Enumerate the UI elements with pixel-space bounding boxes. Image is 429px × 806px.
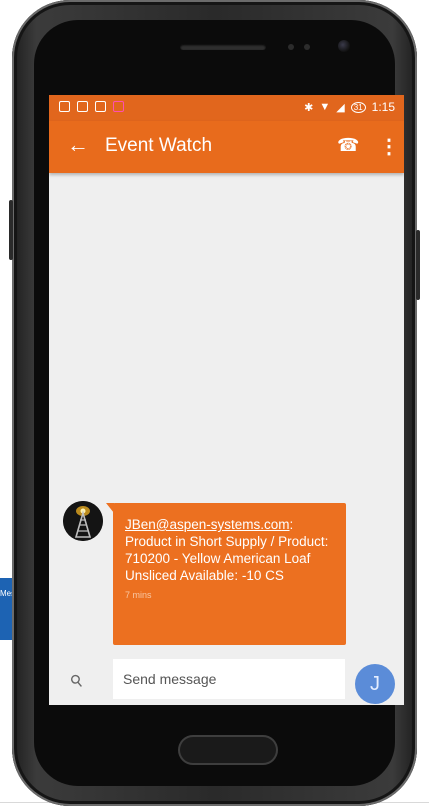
- message-text: JBen@aspen-systems.com: Product in Short…: [125, 516, 334, 584]
- bluetooth-icon: ✱: [304, 101, 314, 114]
- status-bar: ✱ ▼ ◢ 31 1:15: [49, 95, 404, 121]
- front-camera: [338, 40, 350, 52]
- signal-icon: ◢: [336, 101, 345, 114]
- photo-icon: [59, 101, 70, 112]
- image-icon: [95, 101, 106, 112]
- message-bubble[interactable]: JBen@aspen-systems.com: Product in Short…: [106, 503, 346, 645]
- light-sensor: [304, 44, 310, 50]
- power-button: [416, 230, 420, 300]
- sender-separator: :: [289, 517, 294, 532]
- conversation-title: Event Watch: [105, 135, 213, 156]
- phone-screen: ✱ ▼ ◢ 31 1:15 ← Event Watch ☎ ⋮ JBen@asp…: [49, 95, 404, 705]
- status-time: 1:15: [371, 100, 395, 114]
- attach-icon[interactable]: ⚲: [66, 670, 88, 693]
- phone-call-icon[interactable]: ☎: [337, 135, 359, 156]
- proximity-sensor: [288, 44, 294, 50]
- message-input[interactable]: [113, 659, 345, 699]
- home-button[interactable]: [178, 735, 278, 765]
- wifi-icon: ▼: [319, 101, 331, 113]
- more-options-icon[interactable]: ⋮: [379, 134, 399, 159]
- phone-frame: ✱ ▼ ◢ 31 1:15 ← Event Watch ☎ ⋮ JBen@asp…: [9, 0, 420, 806]
- message-body: Product in Short Supply / Product: 71020…: [125, 534, 329, 583]
- earpiece-speaker: [180, 44, 266, 50]
- app-toolbar: ← Event Watch ☎ ⋮: [49, 121, 404, 173]
- avatar[interactable]: [63, 501, 103, 541]
- send-button[interactable]: J: [355, 664, 395, 704]
- radio-tower-icon: [63, 501, 103, 541]
- battery-icon: 31: [350, 101, 366, 113]
- photo-icon: [77, 101, 88, 112]
- message-composer: ⚲ J: [49, 655, 404, 705]
- sender-email-link[interactable]: JBen@aspen-systems.com: [125, 517, 290, 532]
- game-icon: [113, 101, 124, 112]
- message-timestamp: 7 mins: [125, 590, 152, 600]
- back-arrow-icon[interactable]: ←: [67, 133, 89, 157]
- volume-button: [9, 200, 13, 260]
